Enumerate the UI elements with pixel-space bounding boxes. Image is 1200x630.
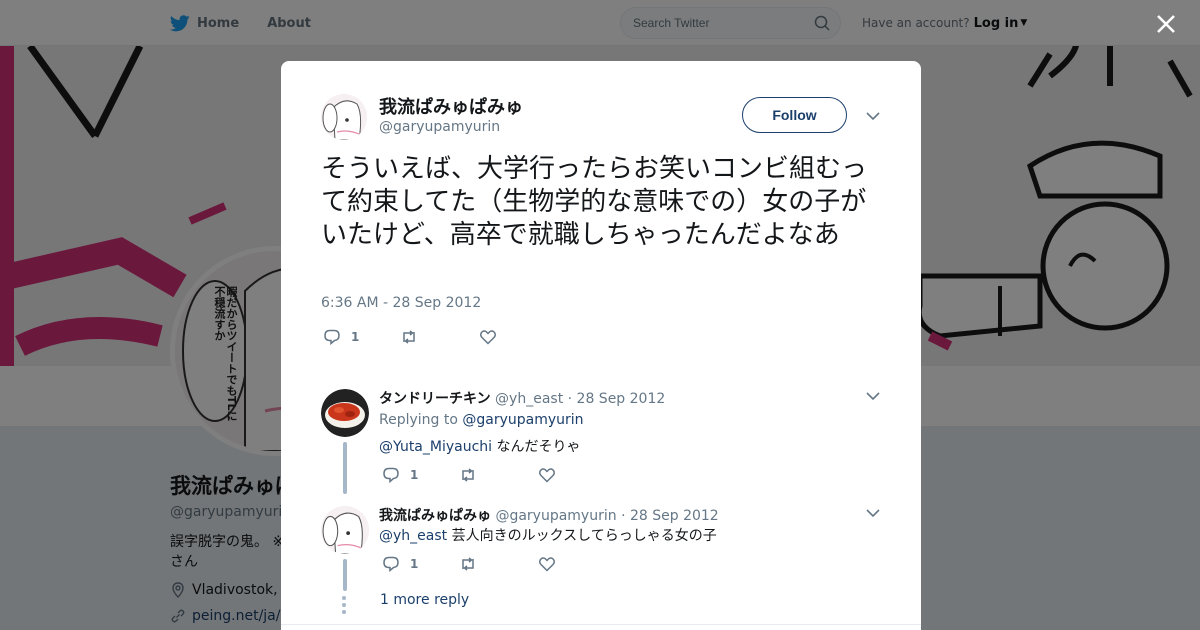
avatar-illustration [321,94,367,140]
heart-icon [480,330,497,345]
retweet-icon [462,468,475,482]
like-button[interactable] [479,328,497,346]
replying-to-handle[interactable]: @garyupamyurin [462,412,583,428]
reply-text: @Yuta_Miyauchi なんだそりゃ [379,436,581,456]
retweet-button[interactable] [459,466,477,484]
reply-actions: 1 [382,555,556,573]
reply-count: 1 [410,557,419,571]
reply-author-name[interactable]: タンドリーチキン [379,391,491,407]
reply-count: 1 [351,330,360,344]
reply-mention[interactable]: @Yuta_Miyauchi [379,439,492,455]
follow-button[interactable]: Follow [742,97,847,133]
retweet-button[interactable] [400,328,418,346]
reply-author-handle[interactable]: @yh_east [495,391,563,407]
divider [281,624,921,625]
reply-header: タンドリーチキン @yh_east · 28 Sep 2012 [379,388,665,408]
reply-count: 1 [410,468,419,482]
chevron-down-icon[interactable] [865,505,881,521]
tweet-author-handle[interactable]: @garyupamyurin [379,119,500,135]
reply-avatar[interactable] [321,506,369,554]
reply-icon [383,467,399,484]
replying-to: Replying to @garyupamyurin [379,412,584,428]
tweet-text: そういえば、大学行ったらお笑いコンビ組むって約束してた（生物学的な意味での）女の… [321,154,868,250]
chevron-down-icon[interactable] [865,388,881,404]
reply-button[interactable]: 1 [382,555,418,573]
avatar-illustration [321,506,369,554]
tweet-timestamp[interactable]: 6:36 AM - 28 Sep 2012 [321,295,481,311]
reply-button[interactable]: 1 [382,466,418,484]
reply-author-name[interactable]: 我流ぱみゅぱみゅ [379,508,491,524]
reply-actions: 1 [382,466,556,484]
tweet-modal: 我流ぱみゅぱみゅ @garyupamyurin Follow そういえば、大学行… [281,61,921,630]
reply-date[interactable]: 28 Sep 2012 [630,508,719,524]
thread-more-dots [342,596,346,617]
more-replies-link[interactable]: 1 more reply [380,592,469,608]
thread-line [343,442,347,494]
heart-icon [539,468,556,483]
reply-separator: · [567,391,573,407]
thread-line [343,559,347,591]
replying-to-label: Replying to [379,412,458,428]
reply-text: @yh_east 芸人向きのルックスしてらっしゃる女の子 [379,525,717,545]
reply-separator: · [621,508,626,524]
reply-mention[interactable]: @yh_east [379,528,447,544]
tweet-author-avatar[interactable] [321,94,367,140]
reply-author-handle[interactable]: @garyupamyurin [495,508,616,524]
retweet-icon [462,557,475,571]
reply-icon [383,556,399,573]
reply-body: なんだそりゃ [492,439,581,455]
reply-header: 我流ぱみゅぱみゅ @garyupamyurin · 28 Sep 2012 [379,505,719,525]
reply-icon [324,329,340,346]
reply-avatar[interactable] [321,389,369,437]
tweet-author-name[interactable]: 我流ぱみゅぱみゅ [379,93,523,119]
tandoori-chicken-avatar [321,389,369,437]
like-button[interactable] [538,466,556,484]
heart-icon [539,557,556,572]
retweet-button[interactable] [459,555,477,573]
close-icon[interactable] [1150,8,1182,40]
reply-button[interactable]: 1 [323,328,359,346]
tweet-actions: 1 [323,328,497,346]
reply-body: 芸人向きのルックスしてらっしゃる女の子 [447,528,717,544]
retweet-icon [403,330,416,344]
reply-date[interactable]: 28 Sep 2012 [577,391,666,407]
chevron-down-icon[interactable] [865,108,881,124]
like-button[interactable] [538,555,556,573]
